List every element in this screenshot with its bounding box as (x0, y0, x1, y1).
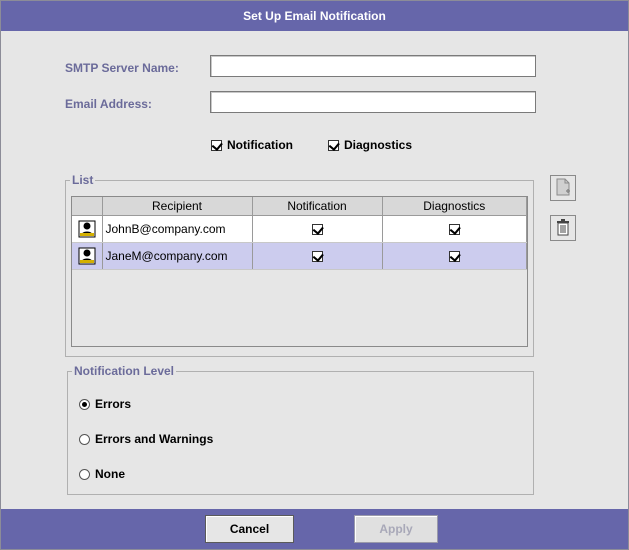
column-header-notification[interactable]: Notification (252, 197, 383, 216)
row-diagnostics-cell[interactable] (382, 242, 527, 270)
diagnostics-option[interactable]: Diagnostics (328, 138, 412, 152)
add-recipient-button[interactable] (550, 175, 576, 201)
column-header-icon[interactable] (72, 197, 103, 216)
notification-checkbox[interactable] (211, 139, 222, 151)
row-notification-cell[interactable] (252, 215, 383, 243)
email-address-input[interactable] (210, 91, 536, 113)
column-header-diagnostics[interactable]: Diagnostics (382, 197, 527, 216)
email-notification-dialog: Set Up Email Notification SMTP Server Na… (0, 0, 629, 550)
recipient-icon-cell (72, 215, 103, 243)
add-document-icon (555, 178, 571, 199)
notification-level-legend: Notification Level (74, 364, 175, 378)
radio-errors-and-warnings-label: Errors and Warnings (95, 432, 214, 446)
recipient-email-cell: JaneM@company.com (102, 242, 253, 270)
row-notification-cell[interactable] (252, 242, 383, 270)
radio-none[interactable]: None (79, 467, 125, 481)
diagnostics-checkbox-label: Diagnostics (344, 138, 413, 152)
delete-recipient-button[interactable] (550, 215, 576, 241)
radio-errors[interactable]: Errors (79, 397, 131, 411)
row-notification-checkbox[interactable] (311, 251, 323, 263)
radio-none-label: None (95, 467, 125, 481)
radio-errors-label: Errors (95, 397, 132, 411)
notification-level-group: Notification Level (67, 364, 534, 495)
smtp-server-input[interactable] (210, 55, 536, 77)
list-legend: List (72, 173, 94, 187)
column-header-recipient[interactable]: Recipient (102, 197, 253, 216)
smtp-server-label: SMTP Server Name: (65, 61, 179, 75)
table-row[interactable]: JaneM@company.com (72, 242, 527, 270)
row-diagnostics-checkbox[interactable] (448, 251, 460, 263)
dialog-footer: Cancel Apply (1, 509, 628, 549)
dialog-title: Set Up Email Notification (243, 9, 386, 23)
notification-checkbox-label: Notification (227, 138, 293, 152)
row-notification-checkbox[interactable] (311, 224, 323, 236)
apply-button[interactable]: Apply (354, 515, 438, 543)
recipient-email-cell: JohnB@company.com (102, 215, 253, 243)
recipient-icon-cell (72, 242, 103, 270)
dialog-title-bar: Set Up Email Notification (1, 1, 628, 31)
person-icon (78, 220, 96, 238)
radio-errors-and-warnings[interactable]: Errors and Warnings (79, 432, 213, 446)
diagnostics-checkbox[interactable] (328, 139, 339, 151)
radio-none-button[interactable] (79, 468, 90, 480)
email-address-label: Email Address: (65, 97, 152, 111)
recipient-table: Recipient Notification Diagnostics JohnB… (71, 196, 528, 347)
row-diagnostics-cell[interactable] (382, 215, 527, 243)
radio-errors-button[interactable] (79, 398, 90, 410)
notification-option[interactable]: Notification (211, 138, 293, 152)
table-header-row: Recipient Notification Diagnostics (72, 197, 527, 216)
cancel-button[interactable]: Cancel (205, 515, 294, 543)
person-icon (78, 247, 96, 265)
radio-errors-and-warnings-button[interactable] (79, 433, 90, 445)
trash-icon (556, 218, 570, 239)
table-row[interactable]: JohnB@company.com (72, 215, 527, 243)
row-diagnostics-checkbox[interactable] (448, 224, 460, 236)
